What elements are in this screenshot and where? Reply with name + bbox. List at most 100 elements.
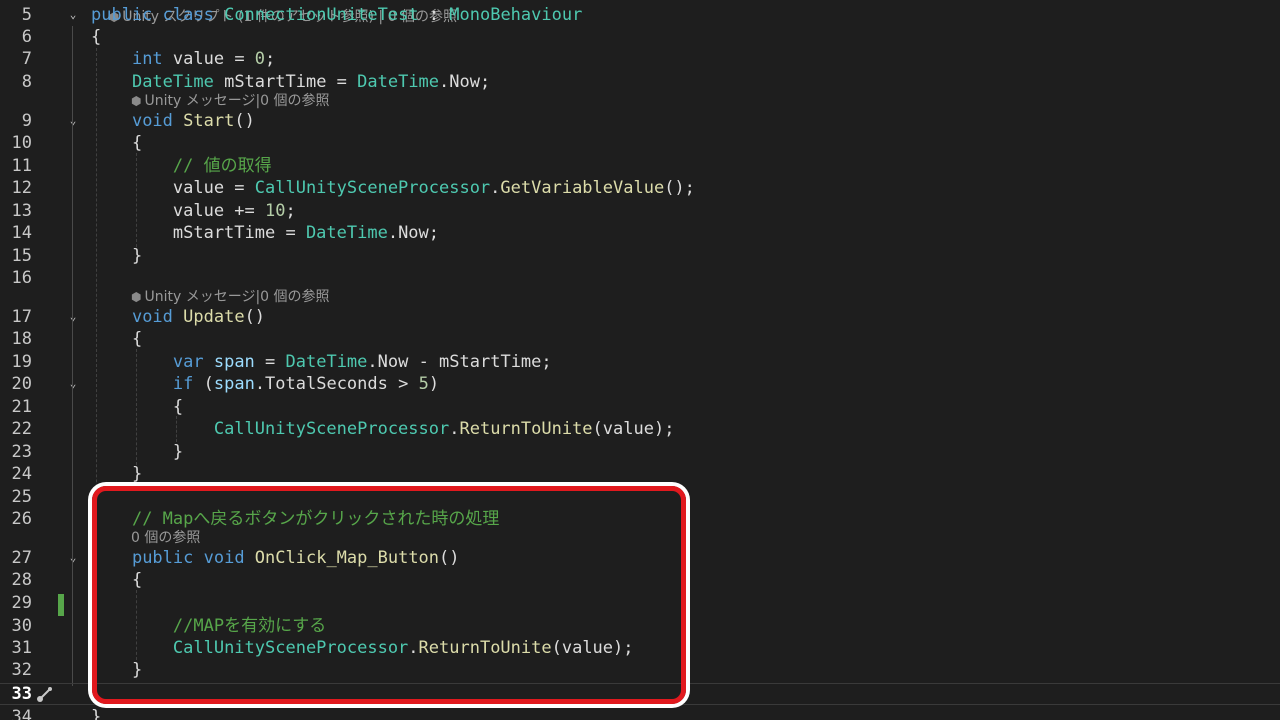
code-token: : <box>418 5 450 25</box>
fold-guide-class <box>72 26 73 686</box>
code-token: { <box>91 329 143 349</box>
code-token: .TotalSeconds > <box>254 374 419 394</box>
code-token: . <box>490 178 501 198</box>
code-token: CallUnitySceneProcessor <box>213 419 450 439</box>
line-number: 18 <box>11 329 32 349</box>
code-line[interactable]: 34} <box>0 706 1280 720</box>
code-token: ) <box>428 374 440 394</box>
code-line[interactable]: 23 } <box>0 441 1280 463</box>
chevron-down-icon[interactable]: ⌄ <box>66 4 80 26</box>
line-number: 10 <box>11 133 32 153</box>
code-token: int <box>131 49 173 69</box>
code-token: { <box>91 397 184 417</box>
code-token: ; <box>265 49 276 69</box>
chevron-down-icon[interactable]: ⌄ <box>66 547 80 569</box>
code-token: CallUnitySceneProcessor <box>254 178 491 198</box>
indent-guide-if <box>176 416 177 442</box>
code-line[interactable]: 6{ <box>0 26 1280 48</box>
code-token: ( <box>203 374 214 394</box>
code-line[interactable]: 5 ⌄ public class ConnectionUniteTest : Mon… <box>0 4 1280 26</box>
code-editor[interactable]: ⬢ Unity スクリプト (1 件のアセット参照) | 0 個の参照 5 ⌄ pub… <box>0 0 1280 720</box>
code-token: mStartTime = <box>213 72 358 92</box>
line-number: 17 <box>11 307 32 327</box>
line-number: 11 <box>11 156 32 176</box>
chevron-down-icon[interactable]: ⌄ <box>66 306 80 328</box>
chevron-down-icon[interactable]: ⌄ <box>66 373 80 395</box>
code-line[interactable]: 21 { <box>0 396 1280 418</box>
code-token: 0 <box>254 49 266 69</box>
code-line[interactable]: 13 value += 10; <box>0 200 1280 222</box>
code-token: () <box>234 111 255 131</box>
code-token: . <box>449 419 460 439</box>
code-text: int value = 0; <box>91 48 275 70</box>
code-token: DateTime <box>357 72 440 92</box>
code-line[interactable]: 16 <box>0 267 1280 289</box>
code-line[interactable]: 20 ⌄ if (span.TotalSeconds > 5) <box>0 373 1280 395</box>
indent-guide-update <box>136 349 137 465</box>
code-line[interactable]: 11 // 値の取得 <box>0 155 1280 177</box>
line-number: 22 <box>11 419 32 439</box>
indent-guide-start <box>136 153 137 247</box>
code-token: class <box>162 5 225 25</box>
code-token: { <box>91 27 102 47</box>
code-line[interactable]: 15 } <box>0 245 1280 267</box>
code-token: // 値の取得 <box>172 156 272 176</box>
code-token: } <box>91 464 143 484</box>
line-number: 19 <box>11 352 32 372</box>
code-text: { <box>91 132 142 154</box>
line-number: 8 <box>21 72 32 92</box>
code-text: value = CallUnitySceneProcessor.GetVaria… <box>91 177 695 199</box>
code-text: } <box>91 245 142 267</box>
code-text: mStartTime = DateTime.Now; <box>91 222 439 244</box>
code-text: var span = DateTime.Now - mStartTime; <box>91 351 552 373</box>
code-token: DateTime <box>285 352 368 372</box>
code-text: value += 10; <box>91 200 296 222</box>
line-number: 13 <box>11 201 32 221</box>
line-number: 16 <box>11 268 32 288</box>
line-number: 6 <box>21 27 32 47</box>
code-token: (); <box>664 178 695 198</box>
unity-cube-icon: ⬢ <box>131 290 142 304</box>
code-line[interactable]: 7 int value = 0; <box>0 48 1280 70</box>
line-number: 5 <box>21 5 32 25</box>
brush-icon[interactable] <box>36 685 54 703</box>
line-number: 32 <box>11 660 32 680</box>
code-token: public <box>91 5 163 25</box>
change-marker <box>58 594 64 616</box>
code-line[interactable]: 14 mStartTime = DateTime.Now; <box>0 222 1280 244</box>
code-line[interactable]: 9 ⌄ void Start() <box>0 110 1280 132</box>
code-token: } <box>91 442 184 462</box>
code-lens-references[interactable]: ⬢ Unity メッセージ|0 個の参照 <box>131 288 330 306</box>
code-line[interactable]: 17 ⌄ void Update() <box>0 306 1280 328</box>
code-text: } <box>91 706 101 720</box>
line-number: 27 <box>11 548 32 568</box>
line-number: 21 <box>11 397 32 417</box>
code-line[interactable]: 10 { <box>0 132 1280 154</box>
code-token: (value); <box>592 419 675 439</box>
code-token: value = <box>172 49 255 69</box>
chevron-down-icon[interactable]: ⌄ <box>66 110 80 132</box>
code-line[interactable]: 22 CallUnitySceneProcessor.ReturnToUnite… <box>0 418 1280 440</box>
code-lens-text: Unity メッセージ|0 個の参照 <box>144 289 330 305</box>
code-line[interactable]: 24 } <box>0 463 1280 485</box>
code-line[interactable]: 18 { <box>0 328 1280 350</box>
code-text: { <box>91 328 142 350</box>
code-token: .Now - mStartTime; <box>367 352 552 372</box>
code-token: GetVariableValue <box>500 178 665 198</box>
code-line[interactable]: 19 var span = DateTime.Now - mStartTime; <box>0 351 1280 373</box>
code-line[interactable]: 12 value = CallUnitySceneProcessor.GetVa… <box>0 177 1280 199</box>
code-text: CallUnitySceneProcessor.ReturnToUnite(va… <box>91 418 675 440</box>
code-lens-references[interactable]: ⬢ Unity メッセージ|0 個の参照 <box>131 92 330 110</box>
line-number: 12 <box>11 178 32 198</box>
code-line[interactable]: 8 DateTime mStartTime = DateTime.Now; <box>0 71 1280 93</box>
code-text: void Start() <box>91 110 255 132</box>
code-token: ReturnToUnite <box>459 419 593 439</box>
code-token: if <box>172 374 204 394</box>
code-token: var <box>172 352 214 372</box>
code-token: } <box>91 707 102 720</box>
